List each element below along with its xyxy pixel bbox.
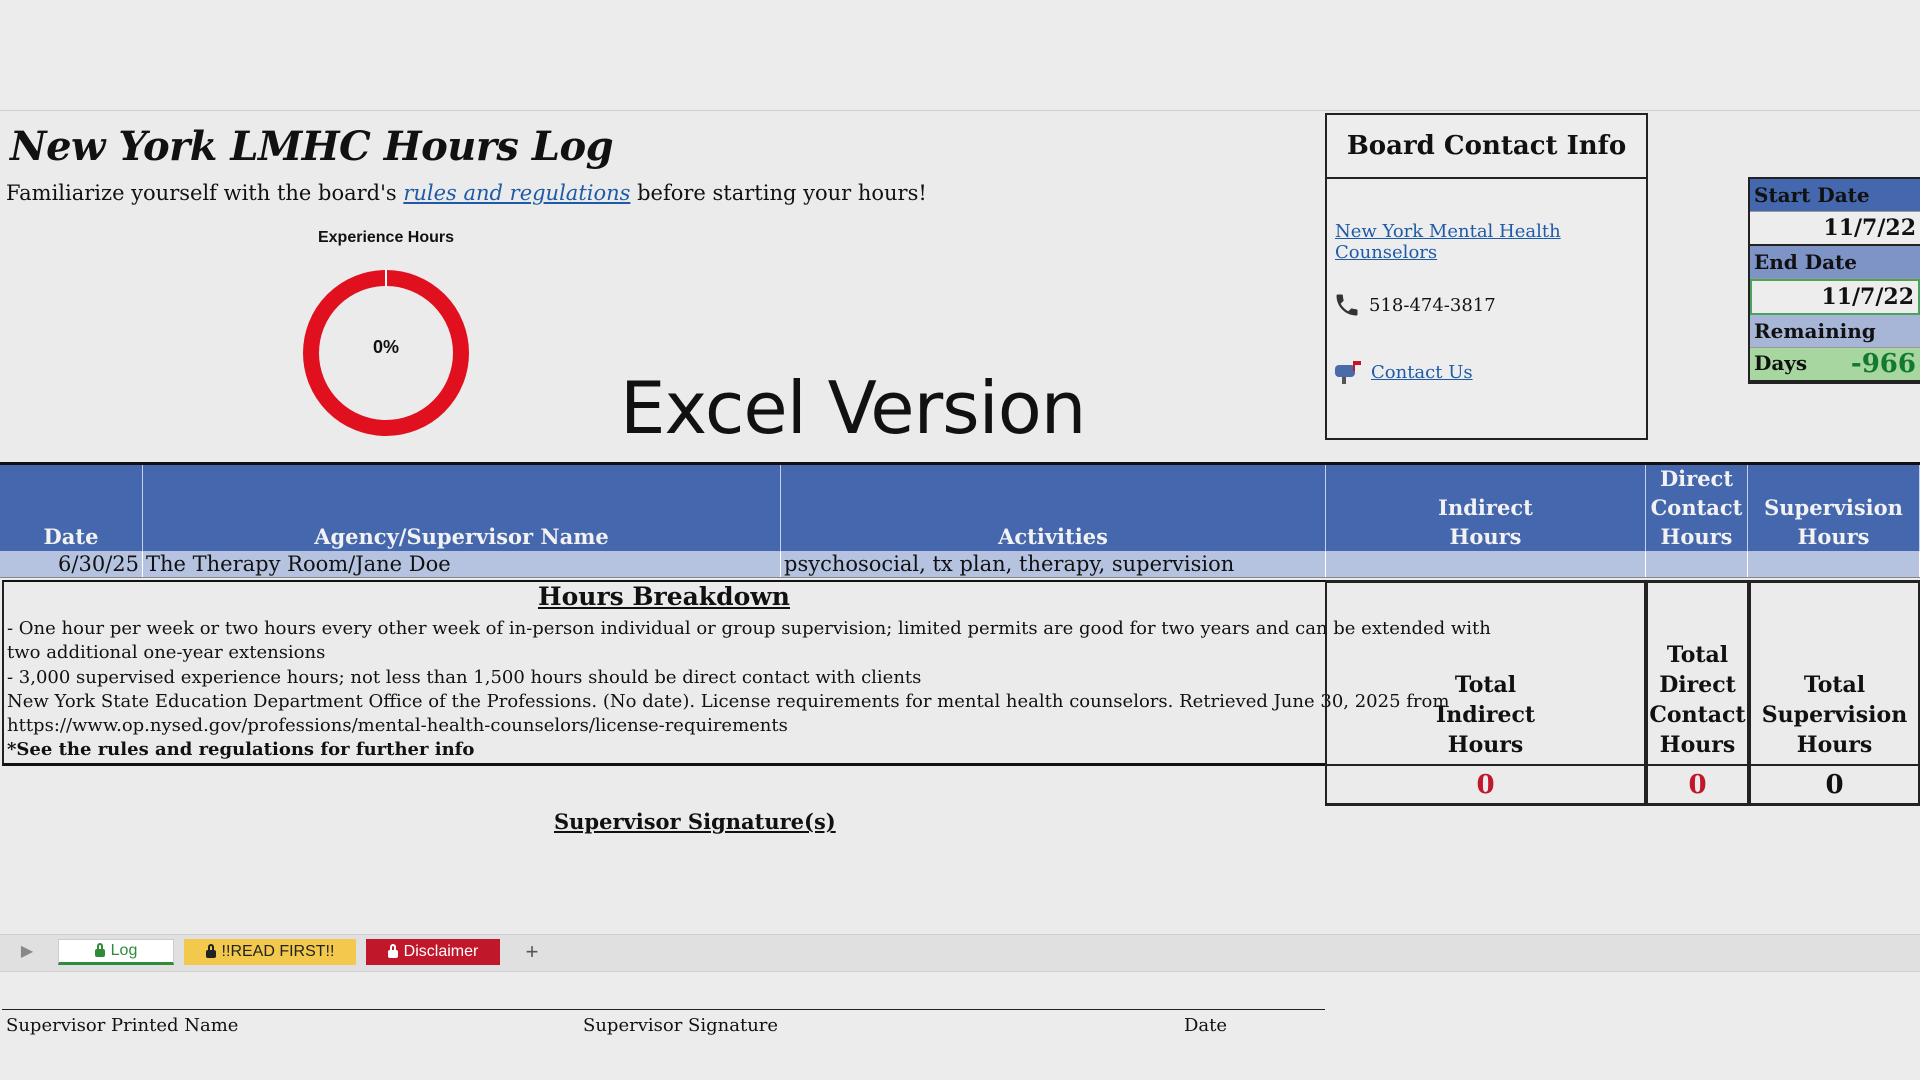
header-date[interactable]: Date xyxy=(0,465,143,551)
cell-agency[interactable]: The Therapy Room/Jane Doe xyxy=(143,551,781,577)
tab-log[interactable]: Log xyxy=(58,939,174,965)
gauge-title: Experience Hours xyxy=(317,229,455,246)
start-date-value[interactable]: 11/7/22 xyxy=(1750,212,1920,246)
tab-read-first[interactable]: !!READ FIRST!! xyxy=(184,939,356,965)
cell-direct[interactable] xyxy=(1646,551,1748,577)
board-contact-box: Board Contact Info New York Mental Healt… xyxy=(1325,113,1648,440)
breakdown-line: - One hour per week or two hours every o… xyxy=(7,618,1491,639)
cell-supervision[interactable] xyxy=(1748,551,1920,577)
tab-disclaimer[interactable]: Disclaimer xyxy=(366,939,500,965)
scroll-tabs-right-icon[interactable]: ▶ xyxy=(14,939,40,965)
sheet-title: New York LMHC Hours Log xyxy=(10,123,614,170)
log-table-header: Date Agency/Supervisor Name Activities I… xyxy=(0,462,1920,551)
phone-row: 518-474-3817 xyxy=(1333,291,1496,319)
end-date-value[interactable]: 11/7/22 xyxy=(1750,279,1920,315)
signature-title: Supervisor Signature(s) xyxy=(554,809,836,834)
board-website-link[interactable]: New York Mental Health Counselors xyxy=(1335,221,1646,263)
lock-icon xyxy=(205,944,216,958)
lock-icon xyxy=(387,944,398,958)
cell-activities[interactable]: psychosocial, tx plan, therapy, supervis… xyxy=(781,551,1326,577)
remaining-days-label: Remaining Days xyxy=(1750,315,1920,375)
mailbox-icon xyxy=(1335,361,1361,384)
total-supervision-label: Total Supervision Hours xyxy=(1749,580,1920,766)
printed-name-label: Supervisor Printed Name xyxy=(6,1015,239,1036)
header-direct[interactable]: Direct Contact Hours xyxy=(1646,465,1748,551)
header-supervision[interactable]: Supervision Hours xyxy=(1748,465,1920,551)
header-agency[interactable]: Agency/Supervisor Name xyxy=(143,465,781,551)
dates-panel: Start Date 11/7/22 End Date 11/7/22 Rema… xyxy=(1748,177,1920,384)
contact-us-row[interactable]: Contact Us xyxy=(1333,359,1473,385)
header-activities[interactable]: Activities xyxy=(781,465,1326,551)
lock-icon xyxy=(94,943,105,957)
gauge-percent: 0% xyxy=(372,337,399,357)
phone-number: 518-474-3817 xyxy=(1369,294,1496,316)
phone-icon xyxy=(1336,294,1358,316)
add-sheet-icon[interactable]: + xyxy=(516,939,548,965)
contact-heading: Board Contact Info xyxy=(1327,115,1646,179)
breakdown-note: *See the rules and regulations for furth… xyxy=(7,739,475,760)
hours-breakdown-box: Hours Breakdown - One hour per week or t… xyxy=(2,580,1491,766)
total-indirect-value: 0 xyxy=(1325,766,1646,806)
breakdown-line: New York State Education Department Offi… xyxy=(7,691,1450,712)
signature-divider xyxy=(2,1009,1325,1010)
start-date-label: Start Date xyxy=(1750,179,1920,212)
cell-indirect[interactable] xyxy=(1326,551,1646,577)
breakdown-line: - 3,000 supervised experience hours; not… xyxy=(7,667,922,688)
header-indirect[interactable]: Indirect Hours xyxy=(1326,465,1646,551)
total-direct-value: 0 xyxy=(1646,766,1749,806)
breakdown-line: two additional one-year extensions xyxy=(7,642,326,663)
intro-before: Familiarize yourself with the board's xyxy=(6,181,404,205)
tab-read-first-label: !!READ FIRST!! xyxy=(221,943,335,960)
total-direct-label: Total Direct Contact Hours xyxy=(1646,580,1749,766)
signature-date-label: Date xyxy=(1184,1015,1228,1036)
sheet-tab-bar: ▶ Log !!READ FIRST!! Disclaimer + xyxy=(0,934,1920,972)
table-row[interactable]: 6/30/25 The Therapy Room/Jane Doe psycho… xyxy=(0,551,1920,578)
cell-date[interactable]: 6/30/25 xyxy=(0,551,143,577)
total-supervision-value: 0 xyxy=(1749,766,1920,806)
breakdown-line: https://www.op.nysed.gov/professions/men… xyxy=(7,715,788,736)
breakdown-title: Hours Breakdown xyxy=(537,582,790,611)
total-indirect-label: Total Indirect Hours xyxy=(1325,580,1646,766)
signature-label: Supervisor Signature xyxy=(583,1015,779,1036)
excel-version-label: Excel Version xyxy=(620,366,1086,450)
worksheet[interactable]: New York LMHC Hours Log Familiarize your… xyxy=(0,110,1920,1036)
intro-after: before starting your hours! xyxy=(630,181,927,205)
intro-text: Familiarize yourself with the board's ru… xyxy=(6,181,927,205)
end-date-label: End Date xyxy=(1750,246,1920,279)
rules-link[interactable]: rules and regulations xyxy=(403,181,630,205)
contact-us-link[interactable]: Contact Us xyxy=(1371,362,1473,383)
tab-disclaimer-label: Disclaimer xyxy=(403,943,479,960)
tab-log-label: Log xyxy=(110,942,138,959)
